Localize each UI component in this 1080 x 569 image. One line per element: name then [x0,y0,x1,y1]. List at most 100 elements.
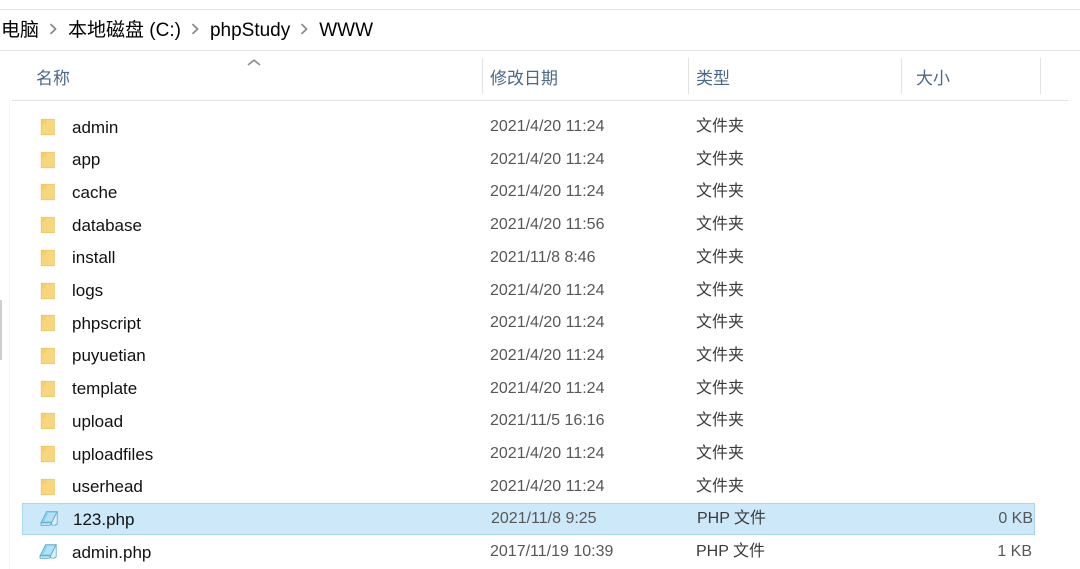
file-row[interactable]: phpscript 2021/4/20 11:24 文件夹 [22,307,1035,339]
folder-icon [36,344,60,368]
folder-icon [36,246,60,270]
column-header-size[interactable]: 大小 [916,51,950,101]
file-row[interactable]: admin 2021/4/20 11:24 文件夹 [22,111,1035,143]
file-name-cell[interactable]: cache [22,180,117,204]
folder-icon [36,115,60,139]
file-name-cell[interactable]: admin [22,115,118,139]
column-header-row: 名称 修改日期 类型 大小 [0,51,1080,101]
column-header-bottom-divider [12,100,1068,101]
file-type-cell: 文件夹 [696,248,745,266]
file-list[interactable]: admin 2021/4/20 11:24 文件夹 app 2021/4/20 11:2… [0,102,1080,569]
file-name-label: logs [72,281,104,300]
file-type-cell: 文件夹 [696,150,745,168]
file-name-label: upload [72,411,124,431]
file-name-cell[interactable]: admin.php [22,540,151,564]
folder-icon [36,279,60,303]
file-type-cell: 文件夹 [696,216,745,234]
file-date-cell: 2021/4/20 11:24 [490,346,605,364]
php-file-icon [36,540,60,564]
file-row[interactable]: app 2021/4/20 11:24 文件夹 [22,144,1035,176]
file-date-cell: 2021/4/20 11:24 [490,445,605,462]
file-date-cell: 2021/11/8 9:25 [491,510,597,528]
chevron-right-icon[interactable] [49,23,58,35]
column-divider-type-size[interactable] [901,58,902,94]
file-type-cell: 文件夹 [696,445,745,462]
file-name-cell[interactable]: 123.php [23,507,134,531]
file-row[interactable]: admin.php 2017/11/19 10:39 PHP 文件 1 KB [22,536,1035,568]
file-row[interactable]: logs 2021/4/20 11:24 文件夹 [22,275,1035,307]
file-size-cell: 0 KB [998,510,1033,528]
chevron-right-icon[interactable] [191,23,200,35]
file-name-cell[interactable]: logs [22,279,103,303]
folder-icon [36,409,60,433]
folder-icon [36,180,60,204]
file-row[interactable]: userhead 2021/4/20 11:24 文件夹 [22,471,1035,503]
file-date-cell: 2021/4/20 11:24 [490,150,605,168]
file-name-label: install [72,248,116,268]
file-type-cell: PHP 文件 [696,543,766,561]
file-type-cell: 文件夹 [696,118,745,135]
file-name-cell[interactable]: puyuetian [22,344,146,368]
file-row[interactable]: cache 2021/4/20 11:24 文件夹 [22,176,1035,208]
file-name-cell[interactable]: install [22,246,115,270]
column-divider-size-end[interactable] [1040,58,1041,94]
breadcrumb-item-3[interactable]: phpStudy [209,21,291,40]
file-date-cell: 2021/11/8 8:46 [490,248,596,266]
file-row[interactable]: uploadfiles 2021/4/20 11:24 文件夹 [22,438,1035,470]
file-name-cell[interactable]: app [22,148,100,172]
file-date-cell: 2017/11/19 10:39 [490,543,614,561]
file-name-cell[interactable]: uploadfiles [22,442,153,466]
column-divider-date-type[interactable] [688,58,689,94]
file-name-cell[interactable]: template [22,377,137,401]
file-date-cell: 2021/4/20 11:24 [490,379,605,397]
file-type-cell: 文件夹 [696,281,745,299]
file-name-cell[interactable]: database [22,213,142,237]
file-name-cell[interactable]: userhead [22,475,143,499]
file-name-label: phpscript [72,313,141,333]
folder-icon [36,442,60,466]
file-date-cell: 2021/11/5 16:16 [490,412,605,430]
file-name-label: uploadfiles [72,444,154,464]
file-date-cell: 2021/4/20 11:24 [490,281,605,299]
file-type-cell: 文件夹 [696,314,745,332]
file-row[interactable]: 123.php 2021/11/8 9:25 PHP 文件 0 KB [22,503,1035,536]
folder-icon [36,475,60,499]
file-row[interactable]: puyuetian 2021/4/20 11:24 文件夹 [22,340,1035,372]
file-name-label: admin [72,117,119,137]
file-type-cell: 文件夹 [696,477,745,495]
file-date-cell: 2021/4/20 11:24 [490,314,605,332]
file-row[interactable]: template 2021/4/20 11:24 文件夹 [22,373,1035,405]
file-name-cell[interactable]: upload [22,409,123,433]
file-row[interactable]: database 2021/4/20 11:56 文件夹 [22,209,1035,241]
column-divider-name-date[interactable] [482,58,483,94]
file-date-cell: 2021/4/20 11:24 [490,477,605,495]
file-explorer-window: 电脑 本地磁盘 (C:) phpStudy WWW 名称 修改日期 类型 大小 adm… [0,0,1080,569]
breadcrumb-item-1[interactable]: 电脑 [0,21,40,40]
file-name-cell[interactable]: phpscript [22,311,141,335]
file-row[interactable]: upload 2021/11/5 16:16 文件夹 [22,405,1035,437]
file-name-label: cache [72,182,118,202]
file-name-label: userhead [72,477,143,497]
file-date-cell: 2021/4/20 11:24 [490,183,605,201]
file-date-cell: 2021/4/20 11:24 [490,118,605,135]
file-size-cell: 1 KB [997,543,1032,561]
folder-icon [36,148,60,172]
chevron-right-icon[interactable] [300,23,309,35]
breadcrumb-item-2[interactable]: 本地磁盘 (C:) [67,21,182,40]
column-header-date[interactable]: 修改日期 [490,51,558,101]
file-name-label: admin.php [72,542,152,562]
file-name-label: puyuetian [72,346,146,366]
file-name-label: database [72,215,142,235]
file-name-label: template [72,379,138,399]
php-file-icon [37,507,61,531]
file-name-label: app [72,150,101,170]
file-type-cell: 文件夹 [696,346,745,364]
breadcrumb-item-4[interactable]: WWW [318,21,374,40]
breadcrumb[interactable]: 电脑 本地磁盘 (C:) phpStudy WWW [0,10,1080,50]
file-type-cell: 文件夹 [696,412,745,430]
column-header-name[interactable]: 名称 [36,51,70,101]
column-header-type[interactable]: 类型 [696,51,730,101]
chevron-up-icon [246,58,262,68]
file-row[interactable]: install 2021/11/8 8:46 文件夹 [22,242,1035,274]
file-type-cell: 文件夹 [696,183,745,201]
